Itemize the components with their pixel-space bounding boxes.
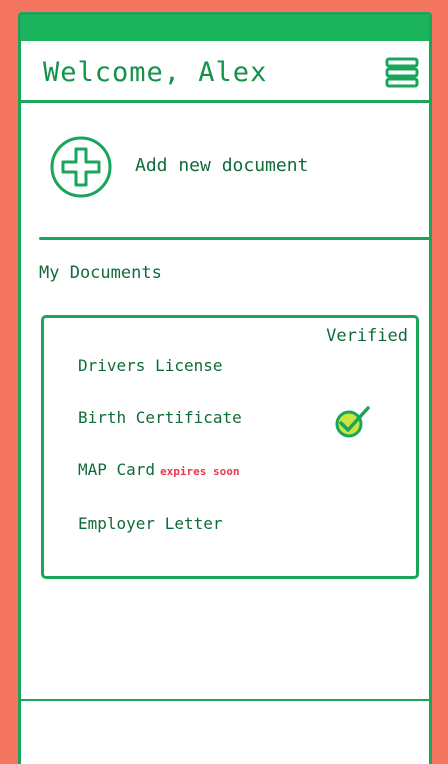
add-document-label: Add new document bbox=[135, 155, 309, 176]
section-title: My Documents bbox=[39, 263, 162, 283]
plus-circle-icon bbox=[50, 136, 112, 198]
divider bbox=[39, 237, 431, 240]
verified-column-header: Verified bbox=[326, 326, 408, 346]
expires-soon-badge: expires soon bbox=[160, 465, 240, 478]
phone-frame: Welcome, Alex Add new document My Docume… bbox=[18, 12, 432, 764]
document-item-map-card[interactable]: MAP Card expires soon bbox=[78, 460, 240, 479]
bottom-nav-divider bbox=[21, 699, 429, 701]
verified-check-icon bbox=[335, 406, 370, 438]
hamburger-menu-icon[interactable] bbox=[385, 56, 419, 88]
app-header: Welcome, Alex bbox=[21, 41, 429, 103]
document-name: Employer Letter bbox=[78, 514, 223, 533]
document-name: Drivers License bbox=[78, 356, 223, 375]
documents-card: Verified Drivers License Birth Certifica… bbox=[41, 315, 419, 579]
document-item-employer-letter[interactable]: Employer Letter bbox=[78, 514, 223, 533]
document-item-drivers-license[interactable]: Drivers License bbox=[78, 356, 223, 375]
add-document-button[interactable]: Add new document bbox=[49, 135, 409, 201]
status-bar bbox=[21, 15, 429, 41]
page-title: Welcome, Alex bbox=[43, 57, 268, 88]
document-item-birth-certificate[interactable]: Birth Certificate bbox=[78, 408, 242, 427]
document-name: MAP Card bbox=[78, 460, 156, 479]
document-name: Birth Certificate bbox=[78, 408, 242, 427]
